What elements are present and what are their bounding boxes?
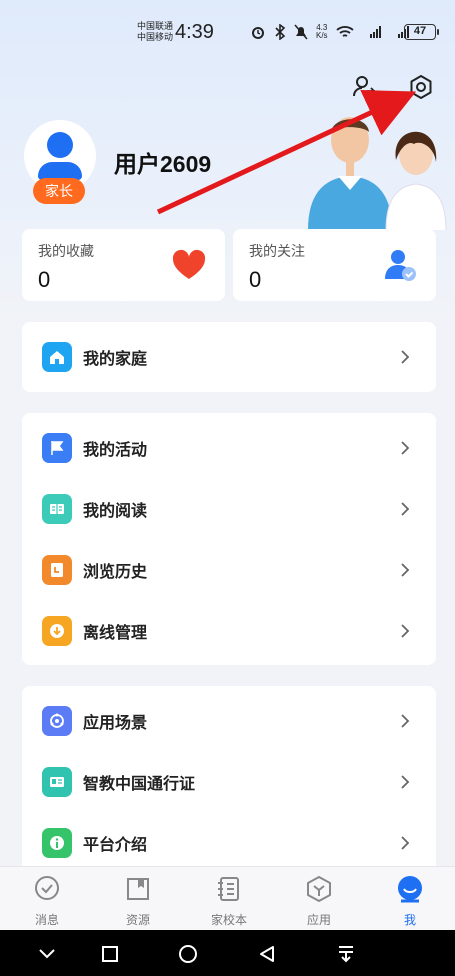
- nav-item-apps[interactable]: 应用: [289, 873, 349, 929]
- nav-label: 家校本: [210, 913, 247, 927]
- signal-5g-icon: [369, 26, 381, 38]
- menu-group-family: 我的家庭: [22, 322, 436, 392]
- following-label: 我的关注: [249, 243, 305, 259]
- system-navigation-bar: [0, 930, 455, 976]
- battery-indicator: 47: [404, 24, 439, 40]
- chevron-right-icon: [401, 440, 410, 455]
- chevron-right-icon: [401, 501, 410, 516]
- nav-item-me[interactable]: 我: [380, 873, 440, 929]
- nav-item-messages[interactable]: 消息: [17, 873, 77, 929]
- nav-label: 我: [403, 913, 416, 927]
- following-card[interactable]: 我的关注 0: [233, 229, 436, 301]
- network-speed: 4.3 K/s: [316, 24, 328, 40]
- bottom-nav: 消息 资源 家校本 应用 我: [0, 866, 455, 930]
- nav-label: 消息: [34, 913, 59, 927]
- wifi-icon: [335, 26, 354, 37]
- carrier-names: 中国联通 中国移动: [137, 21, 173, 43]
- favorites-card[interactable]: 我的收藏 0: [22, 229, 225, 301]
- settings-icon[interactable]: [406, 72, 436, 102]
- menu-label: 我的活动: [83, 441, 148, 459]
- resource-icon: [122, 873, 154, 905]
- favorites-label: 我的收藏: [38, 243, 94, 259]
- status-bar: 中国联通 中国移动 4:39 4.3 K/s 47: [0, 0, 455, 64]
- message-icon: [31, 873, 63, 905]
- menu-item-my-activity[interactable]: 我的活动: [22, 417, 436, 478]
- flag-icon: [42, 432, 72, 463]
- menu-label: 智教中国通行证: [83, 775, 196, 793]
- collapse-chevron-icon[interactable]: [36, 943, 58, 965]
- apps-icon: [303, 873, 335, 905]
- alarm-icon: [252, 27, 264, 39]
- account-switch-icon[interactable]: [350, 72, 380, 102]
- menu-label: 离线管理: [83, 624, 148, 642]
- nav-item-notebook[interactable]: 家校本: [199, 873, 259, 929]
- menu-item-offline-management[interactable]: 离线管理: [22, 600, 436, 661]
- menu-item-browse-history[interactable]: 浏览历史: [22, 539, 436, 600]
- carrier-bottom: 中国移动: [137, 32, 174, 42]
- bluetooth-icon: [275, 24, 286, 40]
- menu-label: 浏览历史: [83, 563, 148, 581]
- chevron-right-icon: [401, 835, 410, 850]
- avatar-head: [47, 132, 73, 158]
- nav-item-resources[interactable]: 资源: [108, 873, 168, 929]
- menu-label: 应用场景: [83, 714, 148, 732]
- nav-label: 资源: [125, 913, 150, 927]
- back-button[interactable]: [256, 943, 278, 965]
- download-icon: [42, 615, 72, 646]
- speed-unit: K/s: [316, 31, 328, 40]
- scene-icon: [42, 705, 72, 736]
- book-icon: [42, 493, 72, 524]
- home-button[interactable]: [177, 943, 199, 965]
- menu-label: 我的阅读: [83, 502, 148, 520]
- favorites-count: 0: [38, 267, 51, 292]
- status-time: 4:39: [175, 21, 214, 43]
- chevron-right-icon: [401, 774, 410, 789]
- menu-group-activity: 我的活动 我的阅读 浏览历史 离线管理: [22, 413, 436, 665]
- recent-apps-button[interactable]: [99, 943, 121, 965]
- notification-pulldown-icon[interactable]: [335, 943, 357, 965]
- heart-icon: [172, 249, 206, 279]
- carrier-top: 中国联通: [137, 21, 174, 31]
- role-badge: 家长: [33, 178, 85, 204]
- username[interactable]: 用户2609: [114, 145, 211, 179]
- home-icon: [42, 342, 72, 372]
- menu-label: 平台介绍: [83, 836, 148, 854]
- chevron-right-icon: [401, 350, 410, 364]
- mute-icon: [294, 24, 308, 40]
- chevron-right-icon: [401, 562, 410, 577]
- notebook-icon: [213, 873, 245, 905]
- history-icon: [42, 554, 72, 585]
- nav-label: 应用: [306, 913, 331, 927]
- menu-label: 我的家庭: [83, 351, 148, 368]
- menu-item-app-scenarios[interactable]: 应用场景: [22, 690, 436, 751]
- chevron-right-icon: [401, 623, 410, 638]
- menu-item-my-reading[interactable]: 我的阅读: [22, 478, 436, 539]
- family-illustration: [298, 110, 455, 230]
- me-icon: [394, 873, 426, 905]
- menu-item-passport[interactable]: 智教中国通行证: [22, 751, 436, 812]
- menu-item-my-family[interactable]: 我的家庭: [22, 322, 436, 392]
- menu-group-platform: 应用场景 智教中国通行证 平台介绍: [22, 686, 436, 876]
- status-icons: 4.3 K/s: [250, 24, 410, 40]
- info-icon: [42, 827, 72, 858]
- followed-user-icon: [385, 250, 416, 281]
- id-card-icon: [42, 766, 72, 797]
- following-count: 0: [249, 267, 262, 292]
- menu-item-platform-intro[interactable]: 平台介绍: [22, 812, 436, 873]
- chevron-right-icon: [401, 713, 410, 728]
